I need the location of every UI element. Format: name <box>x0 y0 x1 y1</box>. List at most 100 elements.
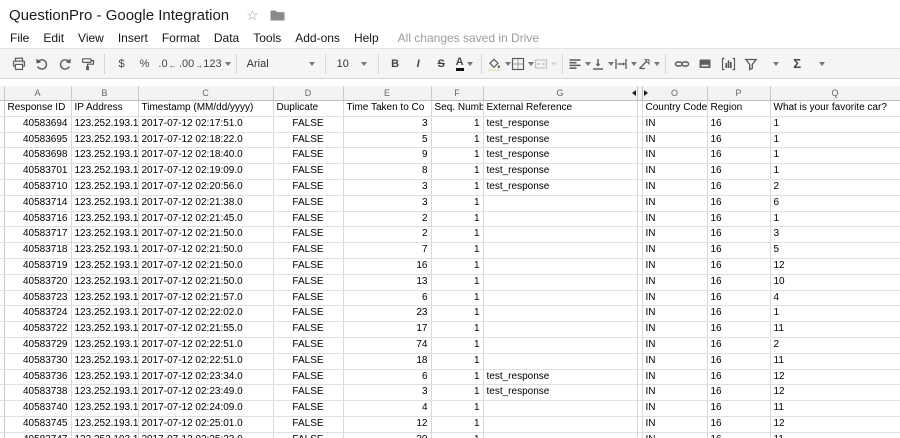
cell[interactable]: 12 <box>343 416 432 433</box>
cell[interactable]: 123.252.193.148 <box>71 432 139 438</box>
cell[interactable]: 4 <box>343 400 432 417</box>
undo-icon[interactable] <box>30 52 53 76</box>
menu-insert[interactable]: Insert <box>111 31 155 45</box>
cell[interactable] <box>483 416 638 433</box>
cell[interactable]: 1 <box>431 400 484 417</box>
cell[interactable]: 2 <box>343 211 432 228</box>
cell[interactable]: IN <box>642 321 708 338</box>
header-cell[interactable]: Region <box>707 100 771 117</box>
cell[interactable] <box>483 290 638 307</box>
hidden-columns-left-arrow-icon[interactable] <box>631 90 636 96</box>
column-header-c[interactable]: C <box>138 86 274 101</box>
cell[interactable]: 1 <box>770 163 900 180</box>
cell[interactable]: IN <box>642 211 708 228</box>
insert-chart-icon[interactable] <box>717 52 740 76</box>
cell[interactable]: 11 <box>770 321 900 338</box>
cell[interactable]: 123.252.193.148 <box>71 116 139 133</box>
format-currency-button[interactable]: $ <box>110 52 133 76</box>
cell[interactable]: 74 <box>343 337 432 354</box>
cell[interactable]: 1 <box>431 147 484 165</box>
cell[interactable]: FALSE <box>273 416 344 433</box>
cell[interactable]: FALSE <box>273 305 344 323</box>
cell[interactable]: 1 <box>431 179 484 196</box>
cell[interactable]: IN <box>642 353 708 370</box>
column-header-f[interactable]: F <box>431 86 484 101</box>
cell[interactable]: FALSE <box>273 179 344 196</box>
cell[interactable]: 5 <box>770 242 900 259</box>
cell[interactable]: 40583695 <box>4 132 72 149</box>
cell[interactable]: 123.252.193.148 <box>71 195 139 212</box>
cell[interactable]: 2017-07-12 02:20:56.0 <box>138 179 274 196</box>
cell[interactable]: 3 <box>770 226 900 244</box>
cell[interactable]: 2017-07-12 02:18:40.0 <box>138 147 274 165</box>
cell[interactable]: 40583710 <box>4 179 72 196</box>
cell[interactable]: 16 <box>707 305 771 323</box>
cell[interactable]: FALSE <box>273 384 344 402</box>
cell[interactable] <box>483 211 638 228</box>
cell[interactable]: 16 <box>707 147 771 165</box>
cell[interactable]: 1 <box>431 353 484 370</box>
cell[interactable]: 123.252.193.148 <box>71 258 139 275</box>
cell[interactable]: test_response <box>483 132 638 149</box>
menu-file[interactable]: File <box>3 31 36 45</box>
cell[interactable]: 16 <box>707 432 771 438</box>
functions-button[interactable]: Σ <box>786 52 809 76</box>
header-cell[interactable]: Time Taken to Co <box>343 100 432 117</box>
cell[interactable]: 16 <box>707 337 771 354</box>
cell[interactable]: IN <box>642 369 708 386</box>
cell[interactable]: 40583701 <box>4 163 72 180</box>
cell[interactable]: 2017-07-12 02:24:09.0 <box>138 400 274 417</box>
cell[interactable]: 3 <box>343 116 432 133</box>
cell[interactable]: 1 <box>431 258 484 275</box>
cell[interactable]: IN <box>642 432 708 438</box>
cell[interactable]: IN <box>642 384 708 402</box>
cell[interactable]: 1 <box>770 211 900 228</box>
cell[interactable]: 2017-07-12 02:22:51.0 <box>138 337 274 354</box>
cell[interactable]: 6 <box>343 369 432 386</box>
cell[interactable]: 16 <box>707 116 771 133</box>
cell[interactable]: FALSE <box>273 147 344 165</box>
star-icon[interactable]: ☆ <box>246 8 259 22</box>
fill-color-button[interactable] <box>487 52 511 76</box>
cell[interactable]: 2 <box>770 337 900 354</box>
functions-dropdown[interactable] <box>809 52 832 76</box>
cell[interactable]: 2017-07-12 02:22:02.0 <box>138 305 274 323</box>
cell[interactable]: 16 <box>707 132 771 149</box>
header-cell[interactable]: External Reference <box>483 100 638 117</box>
cell[interactable]: 7 <box>343 242 432 259</box>
decrease-decimal-button[interactable]: .0 ← <box>156 52 179 76</box>
cell[interactable]: IN <box>642 147 708 165</box>
cell[interactable]: FALSE <box>273 400 344 417</box>
print-icon[interactable] <box>7 52 30 76</box>
italic-button[interactable]: I <box>407 52 430 76</box>
cell[interactable] <box>483 258 638 275</box>
cell[interactable] <box>483 242 638 259</box>
cell[interactable] <box>483 274 638 291</box>
cell[interactable]: 17 <box>343 321 432 338</box>
cell[interactable]: 1 <box>431 226 484 244</box>
text-color-button[interactable]: A <box>453 52 476 76</box>
column-header-b[interactable]: B <box>71 86 139 101</box>
header-cell[interactable]: Country Code <box>642 100 708 117</box>
cell[interactable]: 16 <box>707 195 771 212</box>
cell[interactable]: 2017-07-12 02:22:51.0 <box>138 353 274 370</box>
cell[interactable]: 16 <box>707 400 771 417</box>
cell[interactable]: 1 <box>770 305 900 323</box>
cell[interactable]: 16 <box>707 416 771 433</box>
cell[interactable]: 123.252.193.148 <box>71 211 139 228</box>
cell[interactable]: 1 <box>431 242 484 259</box>
cell[interactable]: 1 <box>431 195 484 212</box>
cell[interactable] <box>483 400 638 417</box>
cell[interactable]: 40583694 <box>4 116 72 133</box>
cell[interactable]: 1 <box>431 290 484 307</box>
insert-comment-icon[interactable] <box>694 52 717 76</box>
cell[interactable]: 40583714 <box>4 195 72 212</box>
cell[interactable]: IN <box>642 195 708 212</box>
filter-views-dropdown[interactable] <box>763 52 786 76</box>
cell[interactable]: 40583740 <box>4 400 72 417</box>
cell[interactable]: 2017-07-12 02:17:51.0 <box>138 116 274 133</box>
cell[interactable]: 23 <box>343 305 432 323</box>
insert-link-icon[interactable] <box>671 52 694 76</box>
cell[interactable]: 40583722 <box>4 321 72 338</box>
cell[interactable]: 16 <box>707 226 771 244</box>
